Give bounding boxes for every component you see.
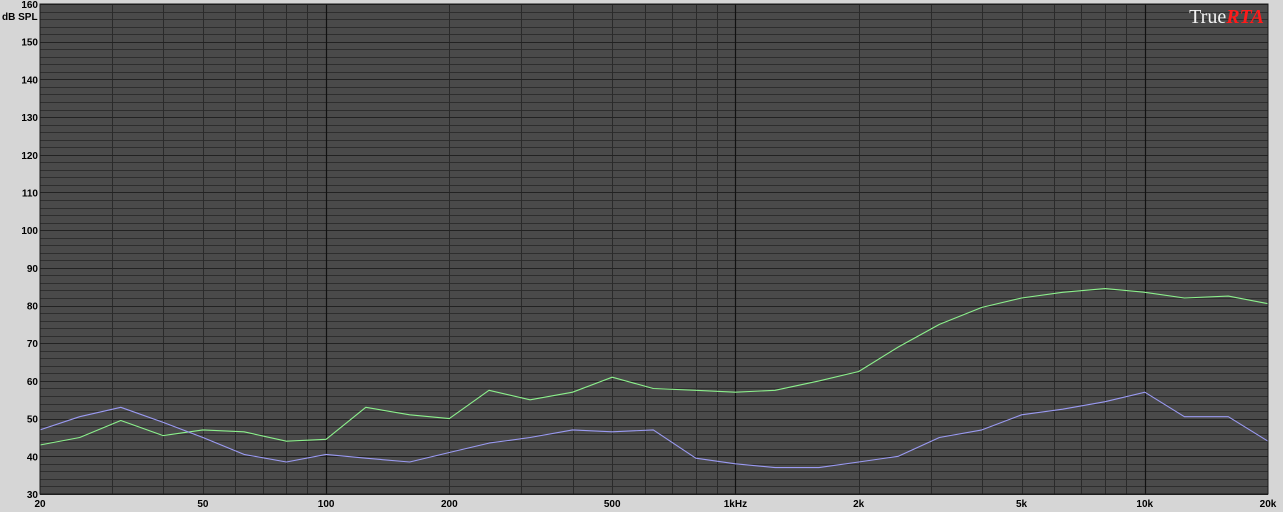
- y-tick-labels: 30405060708090100110120130140150160: [21, 0, 38, 501]
- y-tick-label: 150: [21, 38, 38, 49]
- truerta-logo: TrueRTA: [1189, 6, 1264, 28]
- y-tick-label: 130: [21, 113, 38, 124]
- y-tick-label: 140: [21, 75, 38, 86]
- right-scroll-edge: [1278, 0, 1283, 512]
- x-tick-label: 50: [197, 499, 209, 510]
- x-tick-label: 200: [441, 499, 458, 510]
- x-tick-label: 10k: [1136, 499, 1153, 510]
- x-tick-label: 20: [34, 499, 46, 510]
- x-tick-label: 5k: [1016, 499, 1028, 510]
- y-tick-label: 50: [27, 415, 39, 426]
- y-tick-label: 110: [22, 188, 39, 199]
- x-tick-label: 20k: [1260, 499, 1277, 510]
- logo-true-text: True: [1189, 6, 1226, 28]
- y-tick-label: 80: [27, 302, 39, 313]
- logo-rta-text: RTA: [1225, 6, 1264, 28]
- y-tick-label: 120: [21, 151, 38, 162]
- rta-chart: 30405060708090100110120130140150160 20 50…: [2, 0, 1283, 512]
- y-tick-label: 100: [21, 226, 38, 237]
- y-tick-label: 60: [27, 377, 39, 388]
- y-axis-label: dB SPL: [2, 12, 38, 23]
- x-tick-label: 100: [318, 499, 335, 510]
- x-tick-label: 2k: [853, 499, 865, 510]
- x-tick-labels: 20 50 100 200 500 1kHz 2k 5k 10k 20k: [34, 499, 1276, 510]
- x-tick-label: 500: [604, 499, 621, 510]
- y-tick-label: 90: [27, 264, 39, 275]
- y-tick-label: 40: [27, 452, 39, 463]
- x-tick-label: 1kHz: [724, 499, 747, 510]
- y-tick-label: 160: [21, 0, 38, 11]
- plot-background: [40, 4, 1268, 494]
- y-tick-label: 70: [27, 339, 39, 350]
